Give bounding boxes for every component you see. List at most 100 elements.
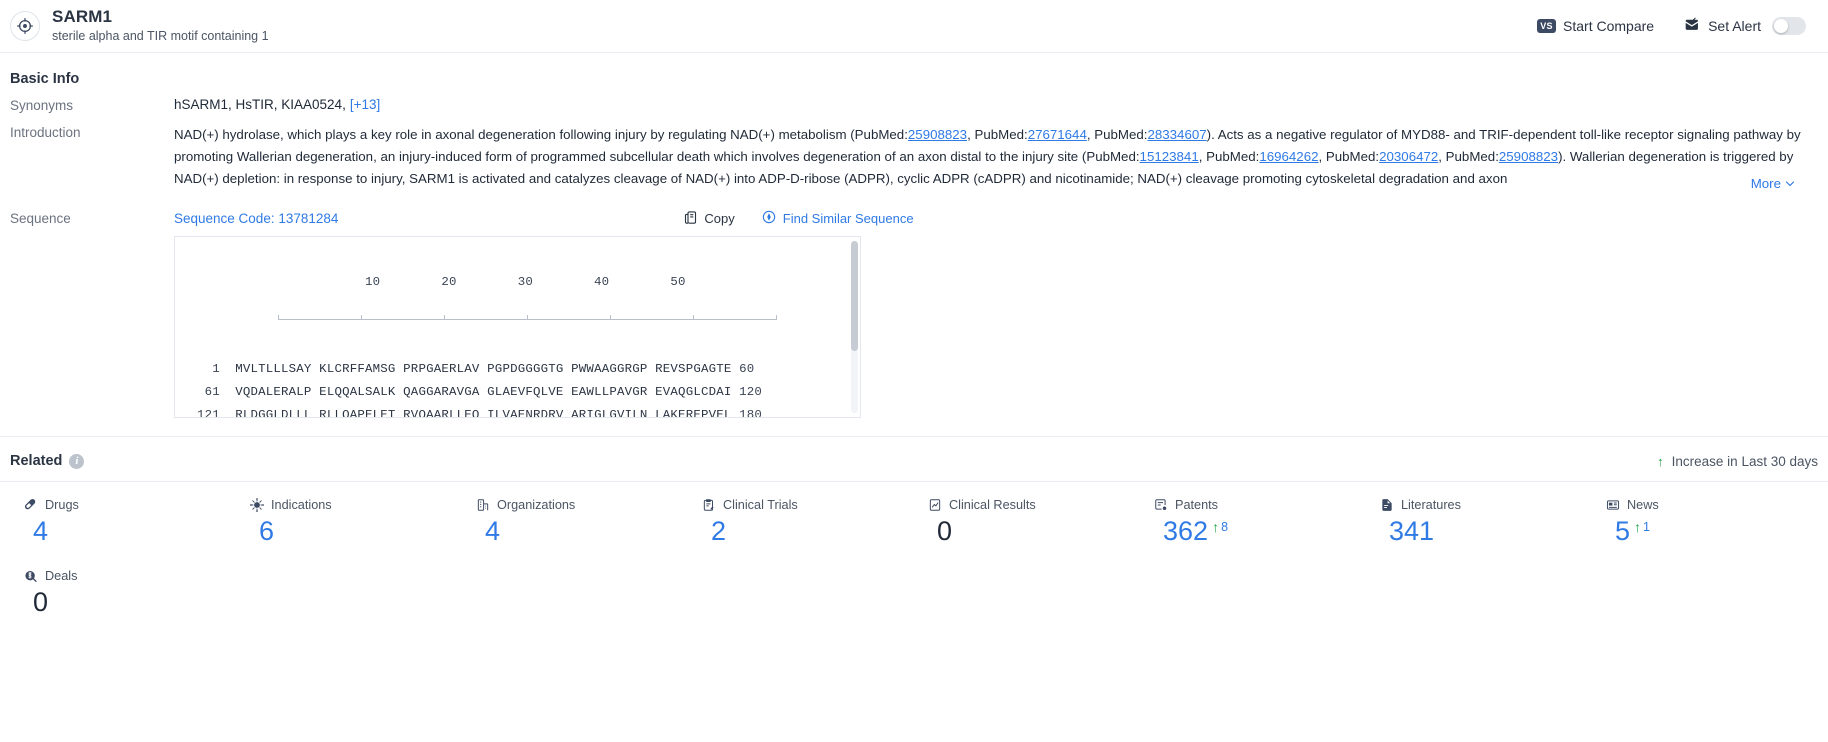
info-icon[interactable]: i	[69, 453, 85, 469]
pubmed-link[interactable]: 25908823	[1499, 149, 1558, 164]
pubmed-link[interactable]: 27671644	[1028, 127, 1087, 142]
chart-doc-icon	[928, 498, 942, 512]
stat-value[interactable]: 0	[24, 589, 236, 616]
synonyms-value: hSARM1, HsTIR, KIAA0524, [+13]	[174, 97, 1818, 124]
page-header: SARM1 sterile alpha and TIR motif contai…	[0, 0, 1828, 53]
stat-card-clinical-trials[interactable]: Clinical Trials 2	[688, 482, 914, 553]
stat-label[interactable]: Clinical Results	[928, 498, 1140, 512]
set-alert-label: Set Alert	[1708, 18, 1761, 34]
sequence-tools: Copy Find Similar Sequence	[683, 209, 914, 228]
synonyms-text: hSARM1, HsTIR, KIAA0524,	[174, 97, 346, 112]
sequence-ruler: 10 20 30 40 50	[197, 275, 686, 290]
stat-card-organizations[interactable]: Organizations 4	[462, 482, 688, 553]
target-crosshair-icon	[10, 11, 40, 41]
page-title-block: SARM1 sterile alpha and TIR motif contai…	[52, 7, 269, 45]
copy-label: Copy	[704, 211, 735, 227]
find-similar-sequence-button[interactable]: Find Similar Sequence	[761, 209, 914, 228]
up-arrow-icon: ↑	[1657, 453, 1664, 469]
introduction-label: Introduction	[10, 125, 81, 140]
find-similar-icon	[761, 209, 777, 228]
vs-badge-icon: VS	[1537, 19, 1557, 33]
synonyms-row: Synonyms hSARM1, HsTIR, KIAA0524, [+13]	[10, 97, 1818, 124]
chevron-down-icon	[1785, 181, 1795, 186]
sequence-viewer[interactable]: 10 20 30 40 50 1 MVLTLLLSAY KLCRFFAMSG P…	[174, 236, 861, 419]
capsule-icon	[24, 498, 38, 512]
page-title: SARM1	[52, 6, 113, 26]
stat-number: 5	[1615, 516, 1631, 547]
sequence-content: 10 20 30 40 50 1 MVLTLLLSAY KLCRFFAMSG P…	[175, 237, 860, 419]
header-actions: VS Start Compare Set Alert	[1537, 17, 1806, 35]
introduction-block: NAD(+) hydrolase, which plays a key role…	[174, 124, 1818, 193]
stat-card-patents[interactable]: Patents 362 ↑ 8	[1140, 482, 1366, 553]
set-alert-toggle[interactable]	[1772, 17, 1806, 35]
stat-number: 6	[259, 516, 275, 547]
stat-card-deals[interactable]: Deals 0	[10, 553, 236, 624]
copy-sequence-button[interactable]: Copy	[683, 210, 735, 228]
pubmed-link[interactable]: 28334607	[1147, 127, 1206, 142]
stat-label[interactable]: Deals	[24, 569, 236, 583]
stat-label[interactable]: Clinical Trials	[702, 498, 914, 512]
sequence-code-link[interactable]: Sequence Code: 13781284	[174, 211, 338, 226]
stat-value[interactable]: 6	[250, 518, 462, 545]
stat-label[interactable]: Literatures	[1380, 498, 1592, 512]
start-compare-label: Start Compare	[1563, 18, 1655, 34]
stat-card-news[interactable]: News 5 ↑ 1	[1592, 482, 1818, 553]
stat-label-text: Drugs	[45, 498, 79, 513]
building-icon	[476, 498, 490, 512]
sequence-line: 121 RLDGGLDLLL RLLQAPELET RVQAARLLEQ ILV…	[197, 407, 763, 419]
basic-info-title: Basic Info	[10, 71, 80, 87]
stat-label-text: Organizations	[497, 498, 576, 513]
stat-number: 2	[711, 516, 727, 547]
virus-icon	[250, 498, 264, 513]
related-title: Related	[10, 453, 63, 470]
introduction-more-toggle[interactable]: More	[1740, 176, 1796, 192]
pubmed-link[interactable]: 16964262	[1259, 149, 1318, 164]
stat-card-indications[interactable]: Indications 6	[236, 482, 462, 553]
stat-label[interactable]: Patents	[1154, 498, 1366, 512]
stat-label[interactable]: News	[1606, 498, 1818, 512]
synonyms-more-link[interactable]: [+13]	[350, 97, 380, 112]
stat-number: 0	[33, 587, 49, 618]
sequence-row: Sequence Sequence Code: 13781284 Copy Fi…	[10, 193, 1818, 419]
find-similar-label: Find Similar Sequence	[782, 211, 914, 227]
start-compare-button[interactable]: VS Start Compare	[1537, 18, 1654, 34]
sequence-line: 61 VQDALERALP ELQQALSALK QAGGARAVGA GLAE…	[197, 385, 763, 400]
stat-value[interactable]: 4	[24, 518, 236, 545]
stat-label-text: News	[1627, 498, 1659, 513]
sequence-ruler-line	[278, 315, 777, 321]
basic-info-section: Basic Info Synonyms hSARM1, HsTIR, KIAA0…	[0, 53, 1828, 419]
stat-value[interactable]: 5 ↑ 1	[1606, 518, 1818, 545]
stat-label-text: Literatures	[1401, 498, 1461, 513]
stat-label[interactable]: Indications	[250, 498, 462, 512]
stat-delta: ↑ 8	[1212, 520, 1228, 534]
pubmed-link[interactable]: 15123841	[1140, 149, 1199, 164]
stat-value[interactable]: 341	[1380, 518, 1592, 545]
pubmed-link[interactable]: 25908823	[908, 127, 967, 142]
stat-value[interactable]: 362 ↑ 8	[1154, 518, 1366, 545]
related-legend: ↑ Increase in Last 30 days	[1657, 454, 1818, 469]
stat-label[interactable]: Drugs	[24, 498, 236, 512]
stat-value[interactable]: 4	[476, 518, 688, 545]
introduction-text: NAD(+) hydrolase, which plays a key role…	[174, 127, 1801, 186]
introduction-row: Introduction NAD(+) hydrolase, which pla…	[10, 124, 1818, 193]
stat-card-literatures[interactable]: Literatures 341	[1366, 482, 1592, 553]
stat-number: 4	[33, 516, 49, 547]
set-alert-button[interactable]: Set Alert	[1684, 17, 1806, 35]
stat-value[interactable]: 0	[928, 518, 1140, 545]
stat-label[interactable]: Organizations	[476, 498, 688, 512]
up-arrow-icon: ↑	[1212, 519, 1220, 536]
stat-label-text: Clinical Trials	[723, 498, 798, 513]
sequence-label: Sequence	[10, 211, 71, 227]
stat-label-text: Clinical Results	[949, 498, 1036, 513]
stat-card-clinical-results[interactable]: Clinical Results 0	[914, 482, 1140, 553]
page-root: SARM1 sterile alpha and TIR motif contai…	[0, 0, 1828, 742]
stat-label-text: Patents	[1175, 498, 1219, 513]
sequence-scrollbar-thumb[interactable]	[851, 241, 858, 352]
alert-envelope-icon	[1684, 17, 1701, 35]
pubmed-link[interactable]: 20306472	[1379, 149, 1438, 164]
stat-delta-value: 8	[1221, 520, 1229, 535]
up-arrow-icon: ↑	[1634, 519, 1642, 536]
stat-card-drugs[interactable]: Drugs 4	[10, 482, 236, 553]
stat-value[interactable]: 2	[702, 518, 914, 545]
stat-number: 0	[937, 516, 953, 547]
